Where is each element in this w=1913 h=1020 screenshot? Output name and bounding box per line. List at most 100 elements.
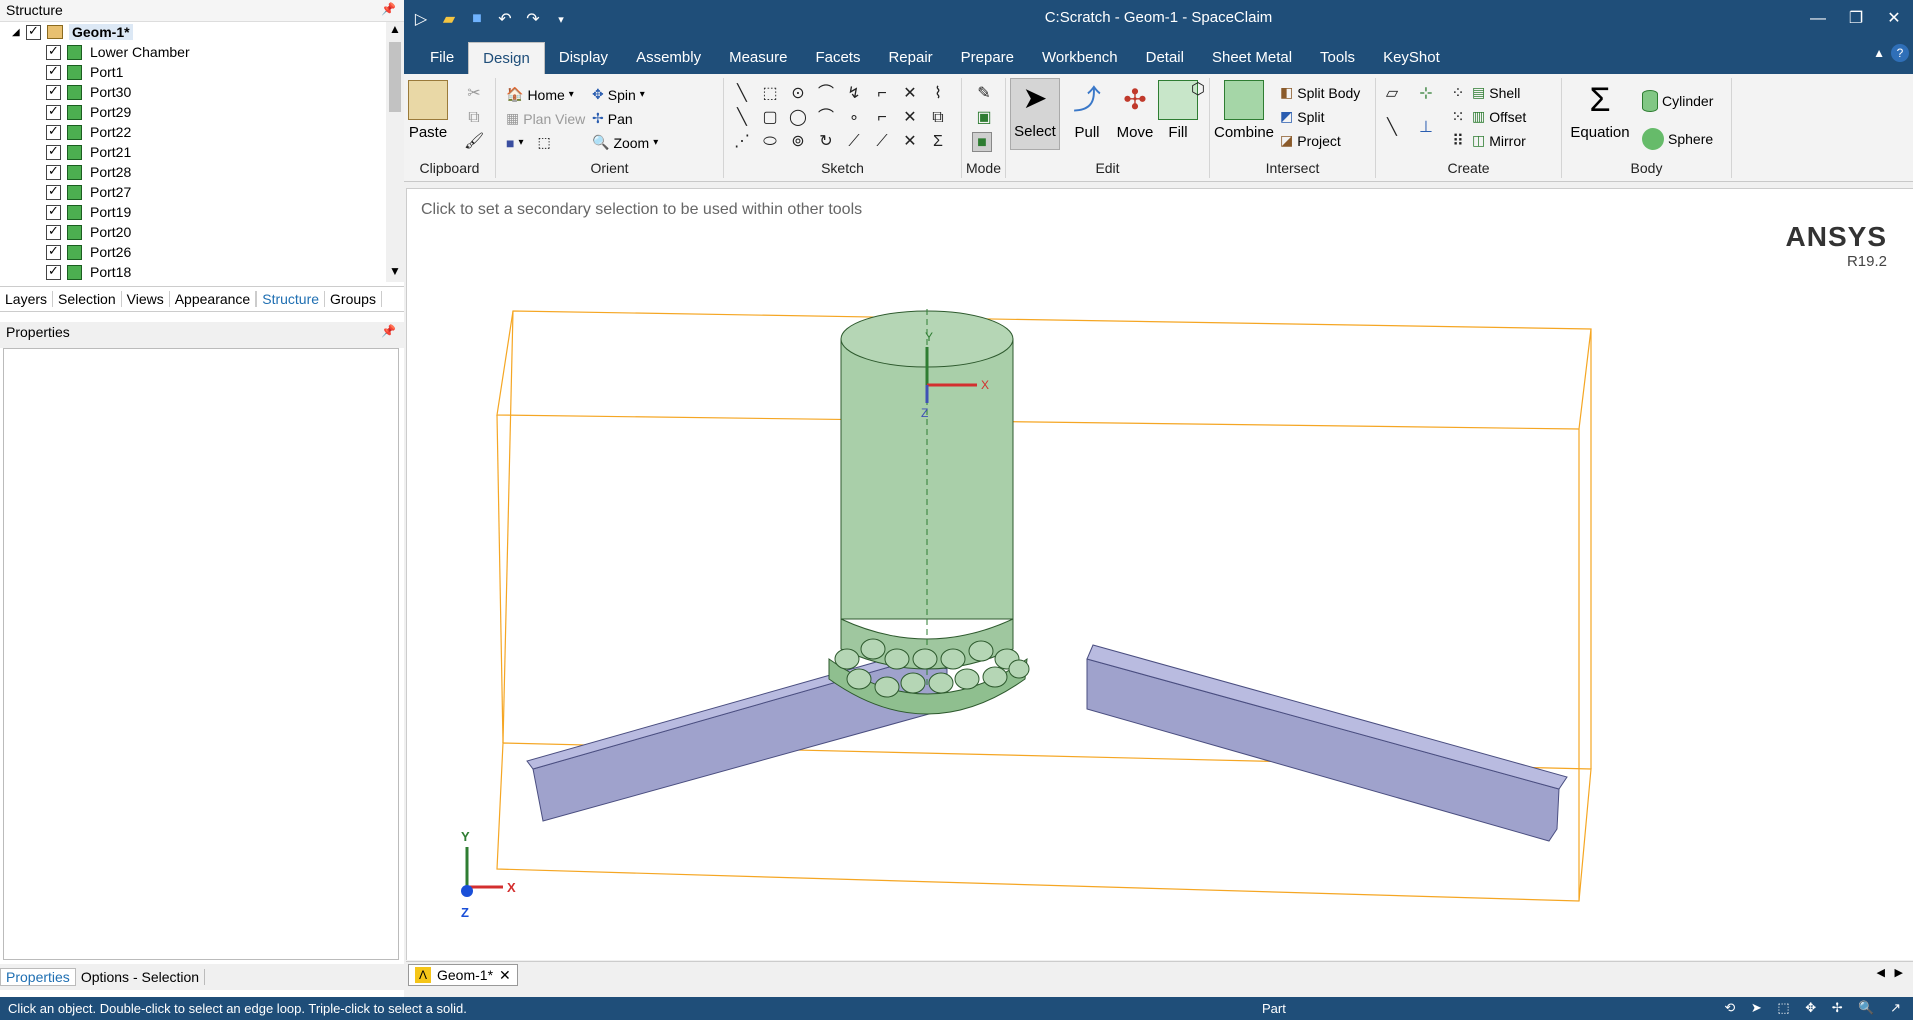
visibility-checkbox[interactable] xyxy=(46,43,61,60)
equation-button[interactable]: Σ Equation xyxy=(1568,80,1632,141)
tab-detail[interactable]: Detail xyxy=(1132,42,1198,74)
mirror-button[interactable]: ◫ Mirror xyxy=(1472,132,1526,149)
circle-icon[interactable]: ⊙ xyxy=(788,84,808,104)
visibility-checkbox[interactable] xyxy=(46,263,61,280)
panel-tab-structure[interactable]: Structure xyxy=(256,291,326,307)
tree-item[interactable]: Port27 xyxy=(0,182,386,202)
linear-pattern-icon[interactable]: ⁘ xyxy=(1448,84,1468,104)
cylinder-button[interactable]: Cylinder xyxy=(1642,90,1713,112)
document-tab[interactable]: Λ Geom-1* ✕ xyxy=(408,964,518,986)
split-line-icon[interactable]: ✕ xyxy=(900,108,920,128)
scroll-down-icon[interactable]: ▼ xyxy=(386,264,404,282)
visibility-checkbox[interactable] xyxy=(46,163,61,180)
tree-item[interactable]: Port21 xyxy=(0,142,386,162)
sweep-arc-icon[interactable]: ↻ xyxy=(816,132,836,152)
trim-icon[interactable]: ✕ xyxy=(900,84,920,104)
pin-icon[interactable]: 📌 xyxy=(381,324,396,338)
pan-button[interactable]: ✢ Pan xyxy=(592,110,633,127)
plan-view-button[interactable]: ▦ Plan View xyxy=(506,110,585,127)
spin-button[interactable]: ✥ Spin ▾ xyxy=(592,86,645,103)
pin-icon[interactable]: 📌 xyxy=(381,2,396,16)
visibility-checkbox[interactable] xyxy=(46,243,61,260)
tree-item[interactable]: Port19 xyxy=(0,202,386,222)
restore-icon[interactable]: ❐ xyxy=(1837,0,1875,38)
polygon-icon[interactable]: ⬭ xyxy=(760,132,780,152)
spaceclaim-logo-icon[interactable]: ▷ xyxy=(410,9,432,29)
minimize-icon[interactable]: — xyxy=(1799,0,1837,38)
tree-item[interactable]: Port29 xyxy=(0,102,386,122)
create-rounded-corner-icon[interactable]: ✕ xyxy=(900,132,920,152)
visibility-checkbox[interactable] xyxy=(26,23,41,40)
visibility-checkbox[interactable] xyxy=(46,123,61,140)
three-point-arc-icon[interactable]: ⌒ xyxy=(816,108,836,128)
three-point-circle-icon[interactable]: ⊚ xyxy=(788,132,808,152)
line-icon[interactable]: ╲ xyxy=(732,84,752,104)
model-view[interactable]: Y X Z Y X Z xyxy=(407,189,1913,961)
collapse-ribbon-icon[interactable]: ▲ xyxy=(1873,46,1885,60)
circular-pattern-icon[interactable]: ⁙ xyxy=(1448,108,1468,128)
3d-viewport[interactable]: Click to set a secondary selection to be… xyxy=(406,188,1913,960)
scroll-tabs-right-icon[interactable]: ▶ xyxy=(1895,966,1903,979)
tree-root[interactable]: ◢ Geom-1* xyxy=(0,22,386,42)
bend-icon[interactable]: ⟋ xyxy=(844,132,864,152)
axis-icon[interactable]: ╲ xyxy=(1382,118,1402,138)
open-icon[interactable]: ▰ xyxy=(438,9,460,29)
panel-tab-appearance[interactable]: Appearance xyxy=(170,291,257,307)
cut-icon[interactable]: ✂ xyxy=(464,84,484,104)
zoom-button[interactable]: 🔍 Zoom ▾ xyxy=(592,134,658,151)
tangent-line-icon[interactable]: ╲ xyxy=(732,108,752,128)
curve-icon[interactable]: ⌇ xyxy=(928,84,948,104)
blend-icon[interactable]: ⬡ xyxy=(1188,80,1208,100)
3d-mode-icon[interactable]: ■ xyxy=(972,132,992,152)
project-icon[interactable]: ⧉ xyxy=(928,108,948,128)
undo-icon[interactable]: ↶ xyxy=(494,9,516,29)
tab-display[interactable]: Display xyxy=(545,42,622,74)
selection-mode[interactable]: Part xyxy=(1262,1001,1286,1016)
tab-prepare[interactable]: Prepare xyxy=(947,42,1028,74)
tree-item[interactable]: Port30 xyxy=(0,82,386,102)
plane-icon[interactable]: ▱ xyxy=(1382,84,1402,104)
tree-item[interactable]: Lower Chamber xyxy=(0,42,386,62)
construction-line-icon[interactable]: ⋰ xyxy=(732,132,752,152)
tab-tools[interactable]: Tools xyxy=(1306,42,1369,74)
status-tools-icons[interactable]: ⟲ ➤ ⬚ ✥ ✢ 🔍 ↗ xyxy=(1724,1000,1907,1016)
panel-tab-views[interactable]: Views xyxy=(122,291,170,307)
visibility-checkbox[interactable] xyxy=(46,223,61,240)
tab-repair[interactable]: Repair xyxy=(874,42,946,74)
tree-item[interactable]: Port28 xyxy=(0,162,386,182)
panel-tab-selection[interactable]: Selection xyxy=(53,291,122,307)
tab-keyshot[interactable]: KeyShot xyxy=(1369,42,1454,74)
save-icon[interactable]: ■ xyxy=(466,10,488,28)
split-button[interactable]: ◩ Split xyxy=(1280,108,1324,125)
tab-facets[interactable]: Facets xyxy=(801,42,874,74)
tree-item[interactable]: Port22 xyxy=(0,122,386,142)
combine-button[interactable]: Combine xyxy=(1214,80,1274,141)
tree-item[interactable]: Port20 xyxy=(0,222,386,242)
equation-curve-icon[interactable]: Σ xyxy=(928,132,948,152)
scroll-thumb[interactable] xyxy=(389,42,401,112)
close-tab-icon[interactable]: ✕ xyxy=(499,967,511,984)
select-button[interactable]: ➤ Select xyxy=(1010,78,1060,150)
arc-icon[interactable]: ⌒ xyxy=(816,84,836,104)
point-icon[interactable]: ∘ xyxy=(844,108,864,128)
home-button[interactable]: 🏠 Home ▾ xyxy=(506,86,574,103)
tab-workbench[interactable]: Workbench xyxy=(1028,42,1132,74)
face-curve-icon[interactable]: ⟋ xyxy=(872,132,892,152)
offset-icon[interactable]: ⌐ xyxy=(872,108,892,128)
spline-icon[interactable]: ↯ xyxy=(844,84,864,104)
view-cube-button[interactable]: ■ ▾ ⬚ xyxy=(506,134,551,151)
origin-icon[interactable]: ⊥ xyxy=(1416,118,1436,138)
point-icon[interactable]: ⊹ xyxy=(1416,84,1436,104)
customize-icon[interactable]: ▾ xyxy=(550,13,572,26)
visibility-checkbox[interactable] xyxy=(46,83,61,100)
sketch-mode-icon[interactable]: ✎ xyxy=(974,84,994,104)
tab-file[interactable]: File xyxy=(416,42,468,74)
tree-item[interactable]: Port1 xyxy=(0,62,386,82)
rectangle-icon[interactable]: ⬚ xyxy=(760,84,780,104)
corner-icon[interactable]: ⌐ xyxy=(872,84,892,104)
bottom-tab-options-selection[interactable]: Options - Selection xyxy=(76,969,206,985)
visibility-checkbox[interactable] xyxy=(46,183,61,200)
project-button[interactable]: ◪ Project xyxy=(1280,132,1341,149)
tab-measure[interactable]: Measure xyxy=(715,42,801,74)
collapse-icon[interactable]: ◢ xyxy=(12,27,26,38)
